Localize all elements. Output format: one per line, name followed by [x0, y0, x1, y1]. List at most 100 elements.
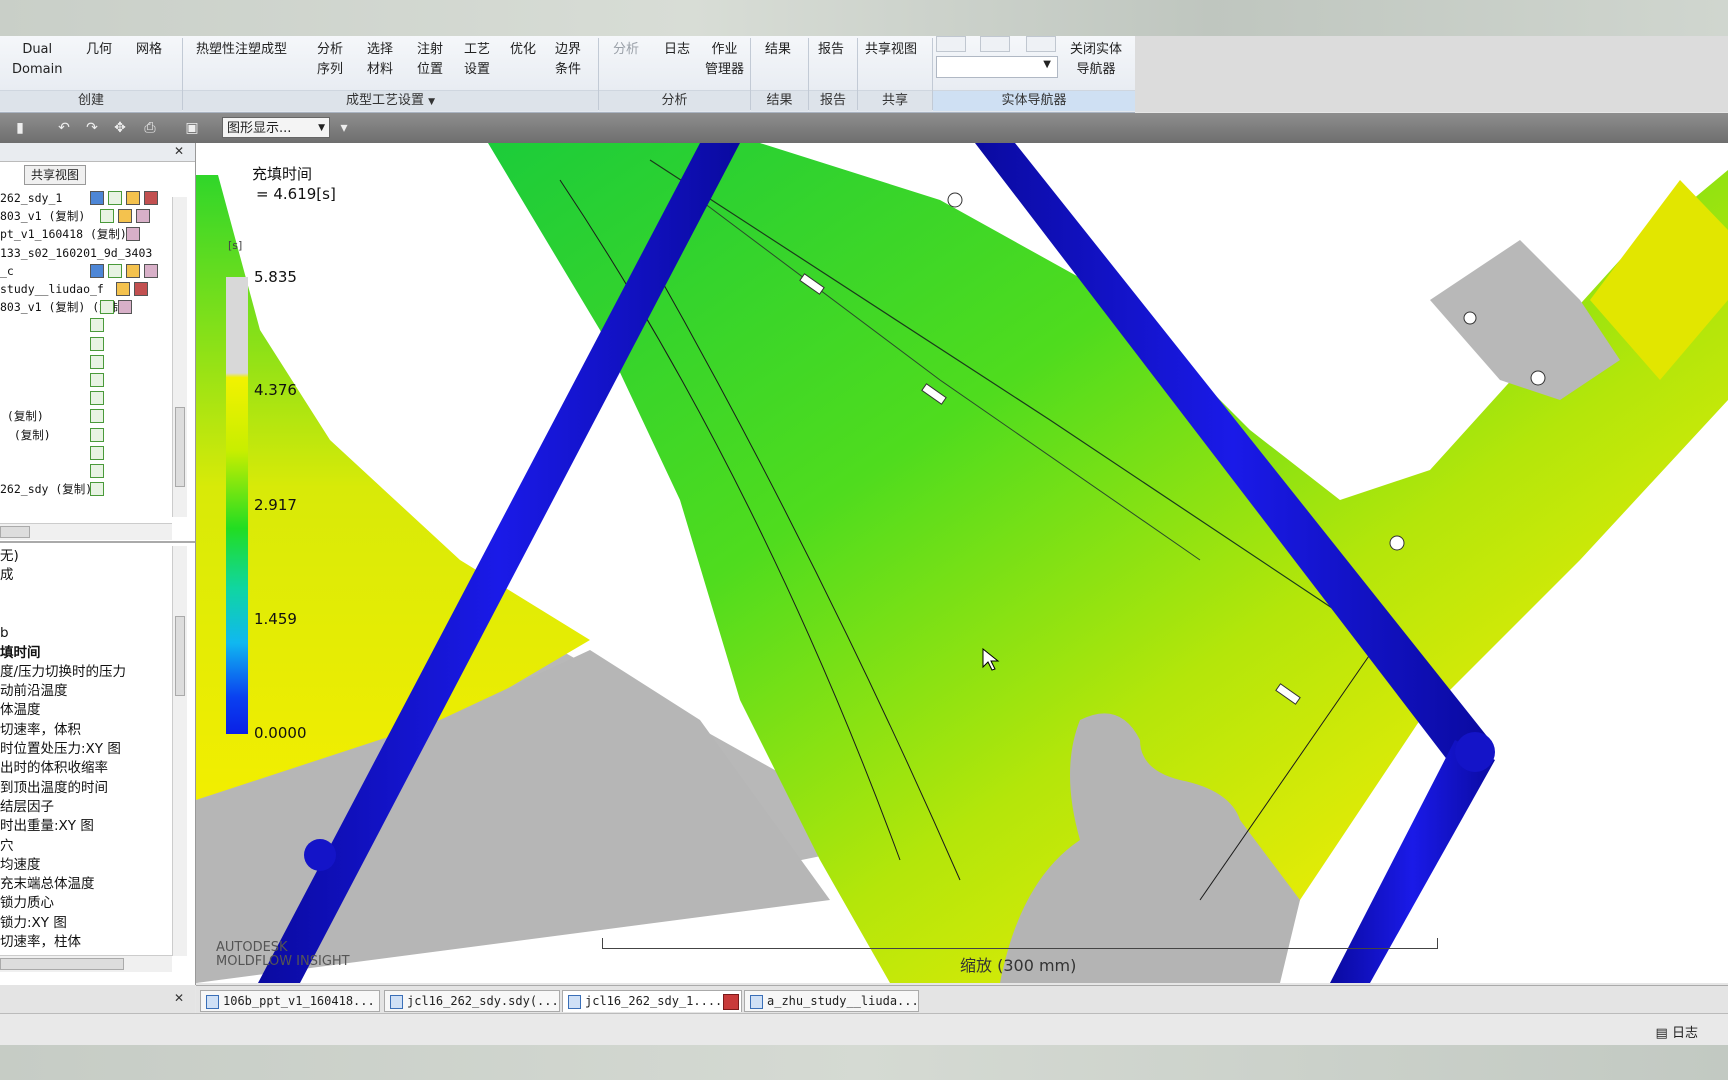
result-item[interactable]: 均速度 [0, 856, 41, 875]
tree-item[interactable]: (复制) [0, 426, 51, 444]
tree-status-icon[interactable] [90, 263, 104, 278]
tree-status-icon[interactable] [134, 282, 148, 296]
results-scrollbar[interactable] [172, 546, 187, 956]
result-item[interactable]: 出时的体积收缩率 [0, 759, 108, 778]
result-item[interactable]: 结层因子 [0, 798, 54, 817]
ribbon-button[interactable]: 工艺 设置 [464, 40, 490, 80]
ribbon-button[interactable]: Dual Domain [12, 40, 62, 80]
tree-status-icon[interactable] [144, 191, 158, 205]
navigator-combo[interactable]: ▼ [936, 56, 1058, 78]
save-icon[interactable]: ▮ [12, 120, 28, 136]
results-hscrollbar[interactable] [0, 955, 172, 972]
ribbon-button[interactable]: 几何 [86, 40, 112, 60]
ribbon-button[interactable]: 分析 [613, 40, 639, 60]
ribbon-button[interactable]: 选择 材料 [367, 40, 393, 80]
document-tab[interactable]: a_zhu_study__liuda... [744, 990, 919, 1012]
tree-status-icon[interactable] [90, 391, 104, 406]
document-tab[interactable]: jcl16_262_sdy_1.... [562, 990, 742, 1012]
scroll-thumb[interactable] [0, 958, 124, 970]
result-item[interactable]: b [0, 624, 9, 643]
result-item[interactable]: 时位置处压力:XY 图 [0, 740, 121, 759]
ribbon-button[interactable]: 网格 [136, 40, 162, 60]
tree-status-icon[interactable] [108, 263, 122, 278]
ribbon-button[interactable]: 报告 [818, 40, 844, 60]
result-item[interactable]: 切速率，柱体 [0, 933, 81, 952]
tree-status-icon[interactable] [90, 482, 104, 497]
redo-icon[interactable]: ↷ [84, 120, 100, 136]
result-item[interactable]: 度/压力切换时的压力 [0, 663, 126, 682]
result-item[interactable]: 无) [0, 547, 19, 566]
status-log[interactable]: ▤ 日志 [1656, 1022, 1698, 1041]
result-item[interactable]: 穴 [0, 837, 14, 856]
scroll-thumb[interactable] [175, 407, 185, 487]
tree-item[interactable]: study__liudao_f [0, 280, 104, 298]
tree-item[interactable]: 262_sdy (复制) [0, 480, 92, 498]
group-process-settings[interactable]: 成型工艺设置 ▼ [183, 90, 598, 111]
close-icon[interactable]: ✕ [174, 144, 184, 158]
tree-status-icon[interactable] [90, 409, 104, 424]
ribbon-button[interactable]: 日志 [664, 40, 690, 60]
close-icon[interactable]: ✕ [174, 991, 184, 1005]
document-tab[interactable]: jcl16_262_sdy.sdy(... [384, 990, 560, 1012]
ribbon-button[interactable]: 结果 [765, 40, 791, 60]
tree-status-icon[interactable] [126, 227, 140, 242]
result-item[interactable]: 体温度 [0, 701, 41, 720]
undo-icon[interactable]: ↶ [56, 120, 72, 136]
tree-status-icon[interactable] [90, 191, 104, 205]
tree-status-icon[interactable] [90, 373, 104, 387]
tree-status-icon[interactable] [90, 354, 104, 369]
result-item[interactable]: 切速率，体积 [0, 721, 81, 740]
navigator-icon-2[interactable] [980, 36, 1010, 52]
tree-status-icon[interactable] [126, 191, 140, 205]
tree-status-icon[interactable] [108, 191, 122, 205]
result-item[interactable]: 锁力:XY 图 [0, 914, 67, 933]
tree-item[interactable]: _c [0, 262, 14, 280]
ribbon-button[interactable]: 边界 条件 [555, 40, 581, 80]
tree-status-icon[interactable] [126, 263, 140, 278]
result-item[interactable]: 动前沿温度 [0, 682, 68, 701]
tree-hscrollbar[interactable] [0, 523, 172, 540]
tree-status-icon[interactable] [136, 209, 150, 224]
result-item[interactable]: 锁力质心 [0, 894, 54, 913]
result-item[interactable]: 到顶出温度的时间 [0, 779, 108, 798]
customize-icon[interactable]: ▾ [336, 120, 352, 136]
graphics-display-combo[interactable]: 图形显示... ▼ [222, 117, 330, 138]
result-item[interactable]: 填时间 [0, 644, 41, 663]
navigator-icon-1[interactable] [936, 36, 966, 52]
scroll-thumb[interactable] [175, 616, 185, 696]
model-viewport[interactable] [196, 143, 1728, 983]
ribbon-button[interactable]: 共享视图 [865, 40, 917, 60]
result-item[interactable]: 充末端总体温度 [0, 875, 95, 894]
tree-status-icon[interactable] [100, 300, 114, 315]
document-tab[interactable]: 106b_ppt_v1_160418... [200, 990, 380, 1012]
ribbon-button[interactable]: 关闭实体 导航器 [1070, 40, 1122, 80]
tree-status-icon[interactable] [118, 209, 132, 224]
tab-shared-view[interactable]: 共享视图 [24, 165, 86, 185]
tree-item[interactable]: 262_sdy_1 [0, 189, 62, 207]
result-item[interactable]: 成 [0, 566, 14, 585]
tree-status-icon[interactable] [90, 464, 104, 478]
close-tab-icon[interactable] [723, 994, 739, 1010]
graphics-icon[interactable]: ▣ [184, 120, 200, 136]
tree-status-icon[interactable] [90, 318, 104, 333]
ribbon-button[interactable]: 作业 管理器 [705, 40, 744, 80]
result-item[interactable]: 时出重量:XY 图 [0, 817, 94, 836]
tree-item[interactable]: 803_v1 (复制) [0, 207, 85, 225]
tree-item[interactable]: (复制) [0, 407, 44, 425]
tree-status-icon[interactable] [90, 445, 104, 460]
navigator-icon-3[interactable] [1026, 36, 1056, 52]
tree-status-icon[interactable] [118, 300, 132, 315]
tree-item[interactable]: 133_s02_160201_9d_3403 [0, 244, 152, 262]
tree-status-icon[interactable] [144, 263, 158, 278]
tree-scrollbar[interactable] [172, 197, 187, 517]
ribbon-button[interactable]: 注射 位置 [417, 40, 443, 80]
tree-status-icon[interactable] [116, 282, 130, 296]
ribbon-button[interactable]: 分析 序列 [317, 40, 343, 80]
tree-item[interactable]: pt_v1_160418 (复制) [0, 225, 127, 243]
tree-status-icon[interactable] [90, 427, 104, 442]
select-icon[interactable]: ✥ [112, 120, 128, 136]
ribbon-button[interactable]: 优化 [510, 40, 536, 60]
tree-status-icon[interactable] [100, 209, 114, 224]
tree-status-icon[interactable] [90, 336, 104, 351]
print-icon[interactable]: ⎙ [142, 120, 158, 136]
